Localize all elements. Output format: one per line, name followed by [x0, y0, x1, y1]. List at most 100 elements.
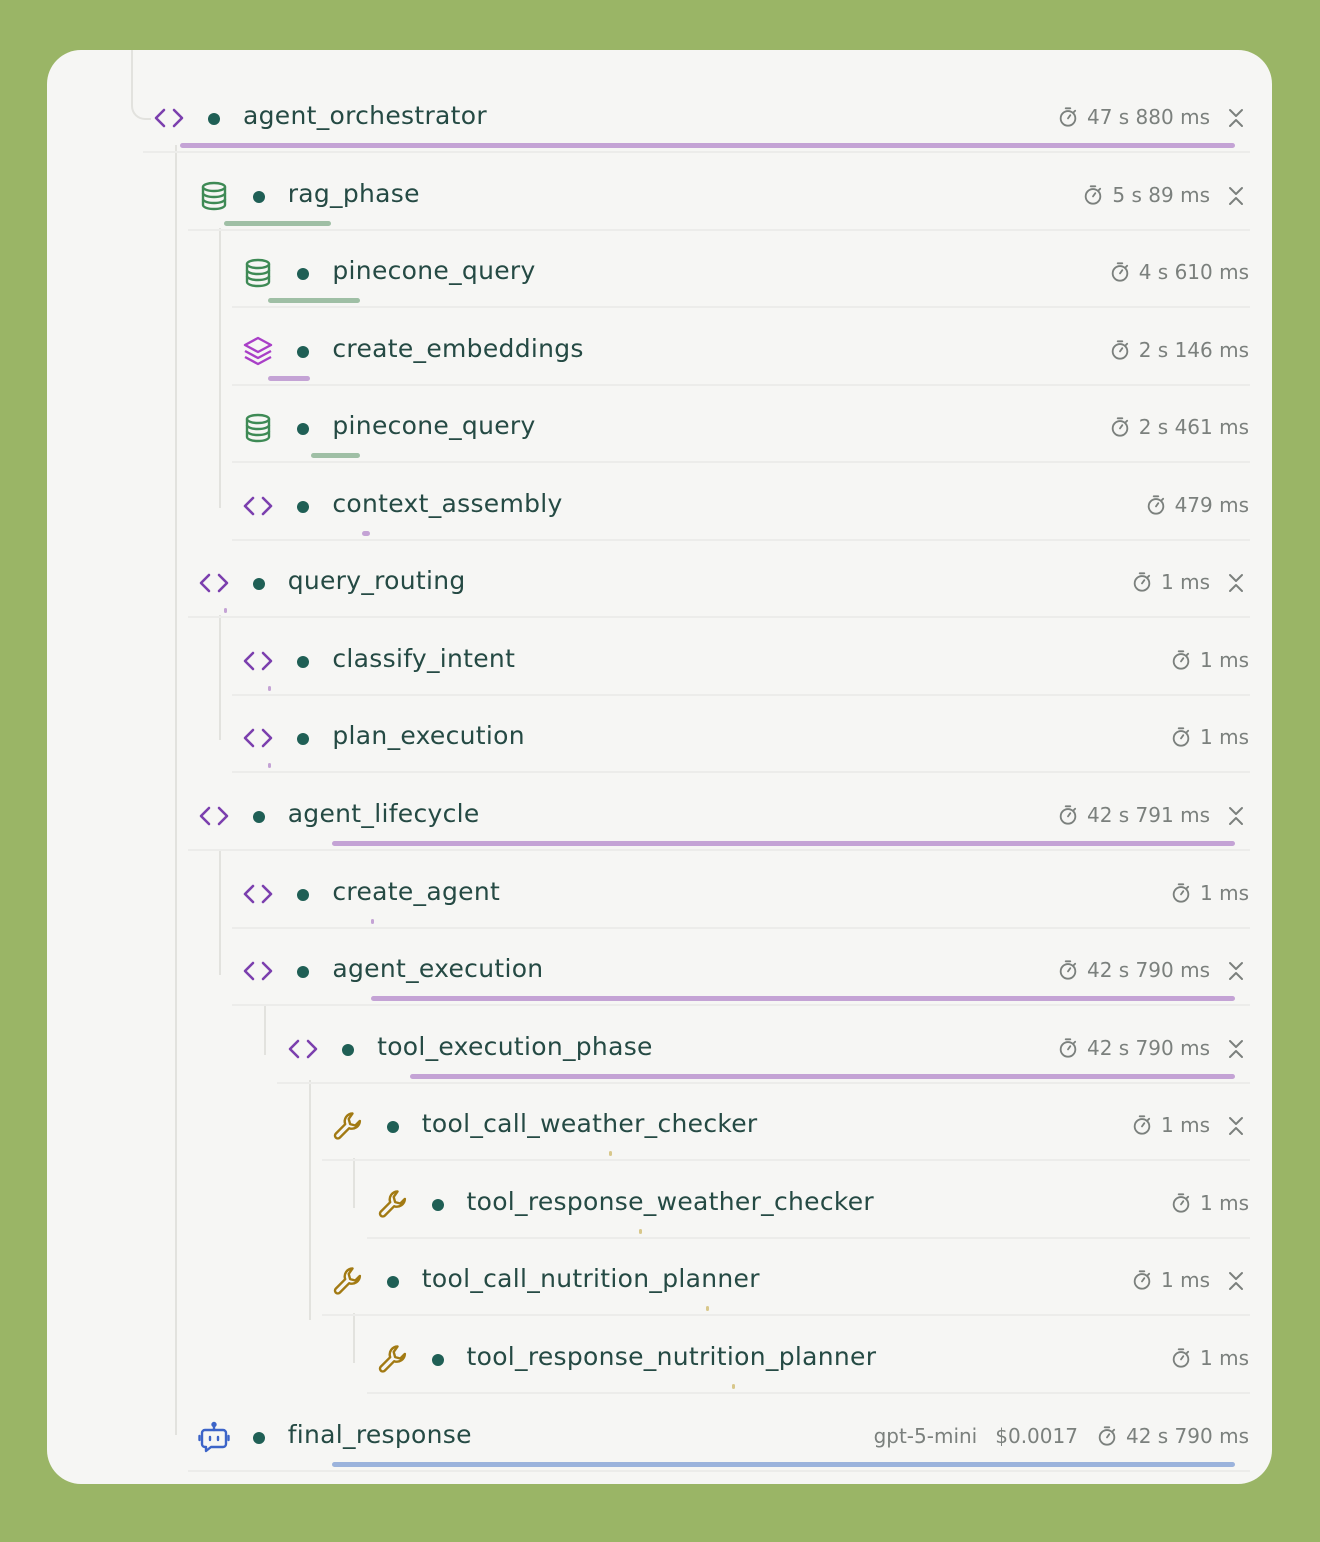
row-divider [187, 229, 1250, 231]
span-name: create_embeddings [332, 334, 584, 363]
span-row-agent-execution[interactable]: agent_execution 42 s 790 ms [47, 930, 1272, 1007]
span-name: rag_phase [287, 179, 420, 208]
span-meta: 4 s 610 ms [1109, 260, 1249, 284]
timing-bar [332, 841, 1235, 846]
timing-bar [639, 1229, 642, 1234]
duration-label: 479 ms [1174, 493, 1249, 517]
duration-label: 42 s 790 ms [1125, 1424, 1249, 1448]
span-row-create-agent[interactable]: create_agent 1 ms [47, 853, 1272, 930]
status-dot [208, 113, 220, 125]
span-meta: 42 s 790 ms [1057, 958, 1210, 982]
row-divider [321, 1159, 1250, 1161]
span-row-tool-response-weather-checker[interactable]: tool_response_weather_checker 1 ms [47, 1163, 1272, 1240]
span-meta: 1 ms [1170, 881, 1249, 905]
span-meta: 1 ms [1131, 1113, 1210, 1137]
span-meta: 2 s 461 ms [1109, 415, 1249, 439]
collapse-icon[interactable] [1226, 185, 1246, 207]
span-row-final-response[interactable]: final_response gpt-5-mini $0.0017 42 s 790 … [47, 1396, 1272, 1473]
span-meta: gpt-5-mini $0.0017 42 s 790 ms [874, 1424, 1249, 1448]
row-divider [187, 616, 1250, 618]
row-divider [232, 539, 1250, 541]
row-divider [232, 694, 1250, 696]
timing-bar [732, 1384, 735, 1389]
code-icon [242, 722, 274, 754]
timing-bar [268, 376, 310, 381]
wrench-icon [332, 1265, 364, 1297]
span-row-plan-execution[interactable]: plan_execution 1 ms [47, 697, 1272, 774]
row-divider [232, 306, 1250, 308]
duration-label: 1 ms [1200, 725, 1249, 749]
duration-label: 1 ms [1200, 648, 1249, 672]
duration-label: 4 s 610 ms [1138, 260, 1249, 284]
trace-tree-panel: agent_orchestrator 47 s 880 ms rag_phase 5… [47, 50, 1272, 1484]
timing-bar [268, 298, 360, 303]
database-icon [242, 412, 274, 444]
stopwatch-icon [1082, 184, 1112, 206]
status-dot [297, 346, 310, 358]
span-meta: 42 s 791 ms [1057, 803, 1210, 827]
span-name: tool_call_nutrition_planner [421, 1264, 760, 1293]
collapse-icon[interactable] [1226, 107, 1246, 129]
span-row-agent-orchestrator[interactable]: agent_orchestrator 47 s 880 ms [47, 77, 1272, 154]
stopwatch-icon [1131, 1114, 1161, 1136]
span-row-pinecone-query[interactable]: pinecone_query 4 s 610 ms [47, 232, 1272, 309]
status-dot [297, 268, 310, 280]
stopwatch-icon [1131, 1269, 1161, 1291]
row-divider [187, 1470, 1250, 1472]
span-name: classify_intent [332, 644, 516, 673]
status-dot [297, 423, 310, 435]
collapse-icon[interactable] [1226, 805, 1246, 827]
span-row-classify-intent[interactable]: classify_intent 1 ms [47, 620, 1272, 697]
stopwatch-icon [1170, 726, 1200, 748]
span-meta: 2 s 146 ms [1109, 338, 1249, 362]
timing-bar [224, 221, 331, 226]
span-meta: 1 ms [1170, 648, 1249, 672]
span-meta: 1 ms [1170, 1191, 1249, 1215]
span-meta: 1 ms [1131, 1268, 1210, 1292]
span-meta: 1 ms [1170, 1346, 1249, 1370]
stopwatch-icon [1057, 1037, 1087, 1059]
span-name: agent_lifecycle [287, 799, 480, 828]
span-row-tool-execution-phase[interactable]: tool_execution_phase 42 s 790 ms [47, 1008, 1272, 1085]
code-icon [242, 878, 274, 910]
cost-label: $0.0017 [995, 1424, 1078, 1448]
duration-label: 2 s 146 ms [1138, 338, 1249, 362]
span-row-tool-call-nutrition-planner[interactable]: tool_call_nutrition_planner 1 ms [47, 1240, 1272, 1317]
span-row-create-embeddings[interactable]: create_embeddings 2 s 146 ms [47, 310, 1272, 387]
code-icon [242, 645, 274, 677]
span-row-context-assembly[interactable]: context_assembly 479 ms [47, 465, 1272, 542]
layers-icon [242, 335, 274, 367]
wrench-icon [332, 1110, 364, 1142]
timing-bar [180, 143, 1235, 148]
model-label: gpt-5-mini [873, 1424, 978, 1448]
status-dot [297, 889, 310, 901]
timing-bar [311, 453, 360, 458]
stopwatch-icon [1145, 494, 1175, 516]
span-row-query-routing[interactable]: query_routing 1 ms [47, 542, 1272, 619]
status-dot [431, 1199, 444, 1211]
collapse-icon[interactable] [1226, 960, 1246, 982]
timing-bar [224, 608, 227, 613]
status-dot [252, 811, 265, 823]
database-icon [242, 257, 274, 289]
span-row-pinecone-query[interactable]: pinecone_query 2 s 461 ms [47, 387, 1272, 464]
stopwatch-icon [1096, 1425, 1126, 1447]
span-meta: 47 s 880 ms [1057, 105, 1210, 129]
span-meta: 42 s 790 ms [1057, 1036, 1210, 1060]
status-dot [252, 578, 265, 590]
status-dot [297, 656, 310, 668]
collapse-icon[interactable] [1226, 1038, 1246, 1060]
collapse-icon[interactable] [1226, 1270, 1246, 1292]
duration-label: 1 ms [1200, 1191, 1249, 1215]
span-row-rag-phase[interactable]: rag_phase 5 s 89 ms [47, 155, 1272, 232]
collapse-icon[interactable] [1226, 572, 1246, 594]
span-row-tool-call-weather-checker[interactable]: tool_call_weather_checker 1 ms [47, 1085, 1272, 1162]
stopwatch-icon [1109, 416, 1139, 438]
stopwatch-icon [1109, 339, 1139, 361]
span-row-tool-response-nutrition-planner[interactable]: tool_response_nutrition_planner 1 ms [47, 1318, 1272, 1395]
collapse-icon[interactable] [1226, 1115, 1246, 1137]
span-row-agent-lifecycle[interactable]: agent_lifecycle 42 s 791 ms [47, 775, 1272, 852]
row-divider [366, 1392, 1250, 1394]
duration-label: 1 ms [1200, 881, 1249, 905]
row-divider [366, 1237, 1250, 1239]
